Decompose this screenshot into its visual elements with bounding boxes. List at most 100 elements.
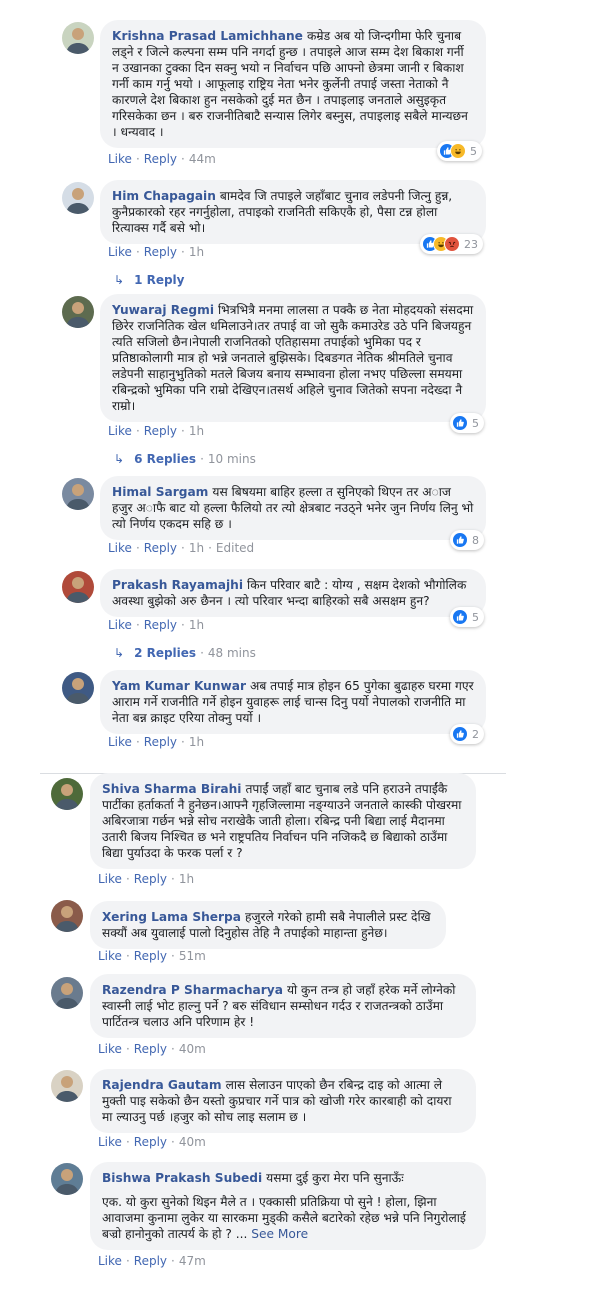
- comment-bubble: Krishna Prasad Lamichhane कम्रेड अब यो जि…: [100, 20, 486, 148]
- like-button[interactable]: Like: [98, 872, 122, 886]
- avatar[interactable]: [51, 900, 83, 932]
- reaction-count: 8: [472, 533, 479, 547]
- reply-button[interactable]: Reply: [144, 152, 177, 166]
- comment-timestamp[interactable]: 51m: [179, 949, 206, 963]
- reactions-summary[interactable]: 8: [450, 530, 484, 550]
- commenter-name[interactable]: Yuwaraj Regmi: [112, 303, 214, 317]
- commenter-name[interactable]: Himal Sargam: [112, 485, 208, 499]
- comment-bubble: Razendra P Sharmacharya यो कुन तन्त्र हो …: [90, 974, 476, 1038]
- like-button[interactable]: Like: [108, 618, 132, 632]
- reply-button[interactable]: Reply: [134, 1254, 167, 1268]
- avatar[interactable]: [62, 672, 94, 704]
- comment-actions: Like · Reply · 1h · Edited: [108, 541, 255, 555]
- comment-timestamp[interactable]: 40m: [179, 1135, 206, 1149]
- avatar[interactable]: [62, 571, 94, 603]
- reactions-summary[interactable]: 2: [450, 724, 484, 744]
- comment-actions: Like · Reply · 1h: [108, 618, 205, 632]
- avatar[interactable]: [51, 1070, 83, 1102]
- commenter-name[interactable]: Yam Kumar Kunwar: [112, 679, 246, 693]
- like-button[interactable]: Like: [98, 949, 122, 963]
- reply-button[interactable]: Reply: [144, 541, 177, 555]
- comment-bubble: Yam Kumar Kunwar अब तपाई मात्र होइन 65 पु…: [100, 670, 486, 734]
- like-reaction-icon: [452, 532, 468, 548]
- comment-actions: Like · Reply · 44m: [108, 152, 216, 166]
- user-avatar-icon: [62, 672, 94, 704]
- angry-reaction-icon: [444, 236, 460, 252]
- user-avatar-icon: [51, 900, 83, 932]
- view-replies-link[interactable]: ↳ 2 Replies · 48 mins: [114, 646, 256, 660]
- reactions-summary[interactable]: 5: [450, 607, 484, 627]
- like-button[interactable]: Like: [98, 1042, 122, 1056]
- like-button[interactable]: Like: [108, 245, 132, 259]
- reactions-summary[interactable]: 5: [437, 141, 482, 161]
- view-replies-link[interactable]: ↳ 6 Replies · 10 mins: [114, 452, 256, 466]
- reply-button[interactable]: Reply: [144, 424, 177, 438]
- like-button[interactable]: Like: [98, 1254, 122, 1268]
- comment-actions: Like · Reply · 1h: [108, 424, 205, 438]
- view-replies-link[interactable]: ↳ 1 Reply: [114, 273, 185, 287]
- comment-actions: Like · Reply · 1h: [108, 735, 205, 749]
- comment-timestamp[interactable]: 1h: [189, 424, 204, 438]
- commenter-name[interactable]: Shiva Sharma Birahi: [102, 782, 241, 796]
- comment-bubble: Himal Sargam यस बिषयमा बाहिर हल्ला त सुनि…: [100, 476, 486, 540]
- comment-timestamp[interactable]: 1h: [179, 872, 194, 886]
- comment-actions: Like · Reply · 51m: [98, 949, 206, 963]
- reactions-summary[interactable]: 23: [420, 234, 483, 254]
- like-button[interactable]: Like: [108, 152, 132, 166]
- reaction-count: 23: [464, 237, 478, 251]
- comment-text: भित्रभित्रै मनमा लालसा त पक्कै छ नेता मो…: [112, 303, 474, 413]
- comment-timestamp[interactable]: 40m: [179, 1042, 206, 1056]
- commenter-name[interactable]: Razendra P Sharmacharya: [102, 983, 283, 997]
- comment-actions: Like · Reply · 1h: [108, 245, 205, 259]
- like-reaction-icon: [452, 415, 468, 431]
- reply-arrow-icon: ↳: [114, 273, 125, 287]
- avatar[interactable]: [62, 478, 94, 510]
- comment-timestamp[interactable]: 1h: [189, 618, 204, 632]
- commenter-name[interactable]: Rajendra Gautam: [102, 1078, 222, 1092]
- comment-timestamp[interactable]: 44m: [189, 152, 216, 166]
- avatar[interactable]: [51, 778, 83, 810]
- commenter-name[interactable]: Krishna Prasad Lamichhane: [112, 29, 303, 43]
- user-avatar-icon: [62, 478, 94, 510]
- comment-actions: Like · Reply · 40m: [98, 1042, 206, 1056]
- avatar[interactable]: [62, 182, 94, 214]
- reply-button[interactable]: Reply: [144, 245, 177, 259]
- reply-button[interactable]: Reply: [134, 1042, 167, 1056]
- reply-button[interactable]: Reply: [144, 735, 177, 749]
- avatar[interactable]: [62, 22, 94, 54]
- reaction-count: 5: [472, 416, 479, 430]
- like-button[interactable]: Like: [108, 424, 132, 438]
- edited-label[interactable]: Edited: [216, 541, 254, 555]
- user-avatar-icon: [62, 182, 94, 214]
- reply-button[interactable]: Reply: [134, 872, 167, 886]
- comment-actions: Like · Reply · 1h: [98, 872, 195, 886]
- see-more-link[interactable]: See More: [251, 1227, 308, 1241]
- comment-actions: Like · Reply · 40m: [98, 1135, 206, 1149]
- avatar[interactable]: [62, 296, 94, 328]
- commenter-name[interactable]: Bishwa Prakash Subedi: [102, 1171, 262, 1185]
- comment-timestamp[interactable]: 1h: [189, 245, 204, 259]
- user-avatar-icon: [51, 977, 83, 1009]
- comment-timestamp[interactable]: 1h: [189, 541, 204, 555]
- comment-timestamp[interactable]: 1h: [189, 735, 204, 749]
- comment-timestamp[interactable]: 47m: [179, 1254, 206, 1268]
- commenter-name[interactable]: Xering Lama Sherpa: [102, 910, 241, 924]
- like-button[interactable]: Like: [108, 735, 132, 749]
- like-reaction-icon: [452, 609, 468, 625]
- avatar[interactable]: [51, 1163, 83, 1195]
- reaction-count: 5: [470, 144, 477, 158]
- reply-button[interactable]: Reply: [134, 949, 167, 963]
- comment-bubble: Rajendra Gautam लास सेलाउन पाएको छैन रबिन…: [90, 1069, 476, 1133]
- like-button[interactable]: Like: [108, 541, 132, 555]
- user-avatar-icon: [51, 778, 83, 810]
- avatar[interactable]: [51, 977, 83, 1009]
- user-avatar-icon: [51, 1070, 83, 1102]
- commenter-name[interactable]: Him Chapagain: [112, 189, 216, 203]
- like-button[interactable]: Like: [98, 1135, 122, 1149]
- commenter-name[interactable]: Prakash Rayamajhi: [112, 578, 243, 592]
- reply-arrow-icon: ↳: [114, 646, 125, 660]
- reply-button[interactable]: Reply: [144, 618, 177, 632]
- reactions-summary[interactable]: 5: [450, 413, 484, 433]
- reply-button[interactable]: Reply: [134, 1135, 167, 1149]
- user-avatar-icon: [51, 1163, 83, 1195]
